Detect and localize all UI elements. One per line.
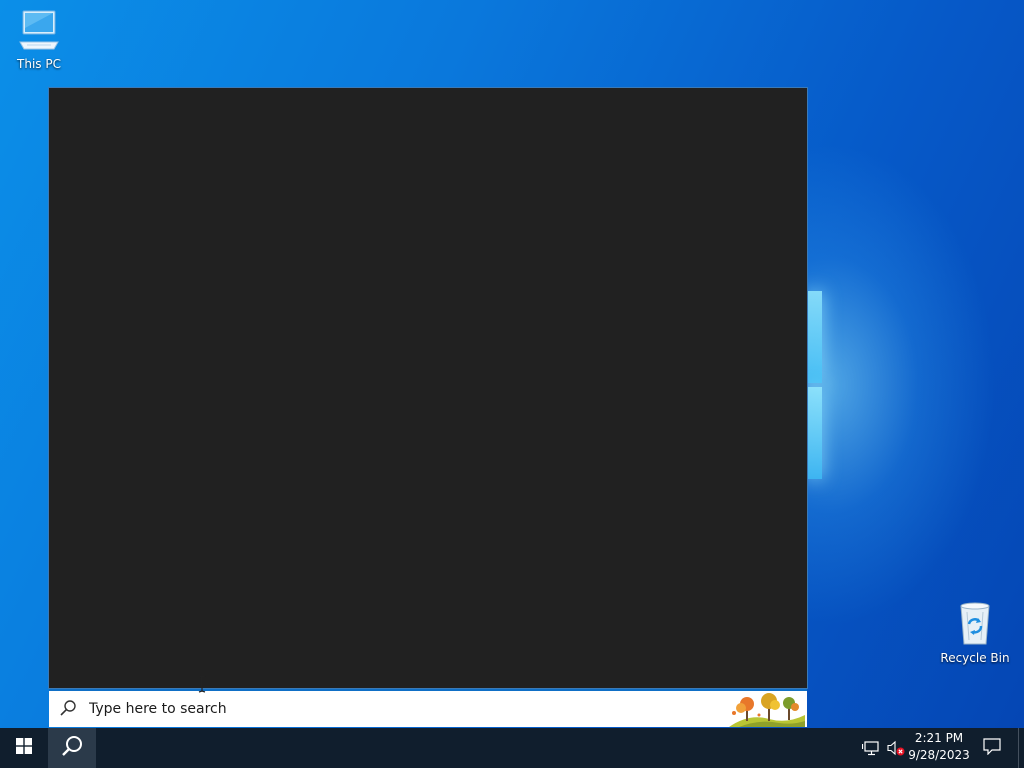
action-center-button[interactable] — [978, 728, 1006, 768]
show-desktop-button[interactable] — [1018, 728, 1024, 768]
action-center-icon — [983, 737, 1001, 759]
windows-logo-icon — [16, 738, 32, 758]
clock-time: 2:21 PM — [914, 731, 964, 745]
clock-date: 9/28/2023 — [908, 748, 970, 762]
network-icon[interactable] — [860, 728, 882, 768]
search-field-magnifier-icon — [59, 699, 77, 721]
this-pc-icon — [1, 8, 77, 55]
volume-muted-icon[interactable] — [885, 728, 907, 768]
taskbar-clock[interactable]: 2:21 PM 9/28/2023 — [907, 730, 971, 766]
recycle-bin-icon — [937, 600, 1013, 649]
text-cursor-icon — [197, 675, 207, 697]
search-icon — [61, 735, 83, 761]
search-input[interactable] — [87, 696, 711, 722]
wallpaper-light-pane-bottom — [808, 387, 822, 479]
wallpaper-light-pane-top — [808, 291, 822, 383]
desktop-icon-label: This PC — [17, 57, 61, 71]
search-box[interactable] — [49, 689, 807, 727]
taskbar-search-button[interactable] — [48, 728, 96, 768]
taskbar: 2:21 PM 9/28/2023 — [0, 728, 1024, 768]
desktop-icon-recycle-bin[interactable]: Recycle Bin — [937, 600, 1013, 665]
autumn-trees-icon[interactable] — [729, 691, 805, 731]
search-results-panel — [48, 87, 808, 689]
desktop-icon-label: Recycle Bin — [940, 651, 1010, 665]
start-button[interactable] — [0, 728, 48, 768]
desktop-icon-this-pc[interactable]: This PC — [1, 8, 77, 71]
